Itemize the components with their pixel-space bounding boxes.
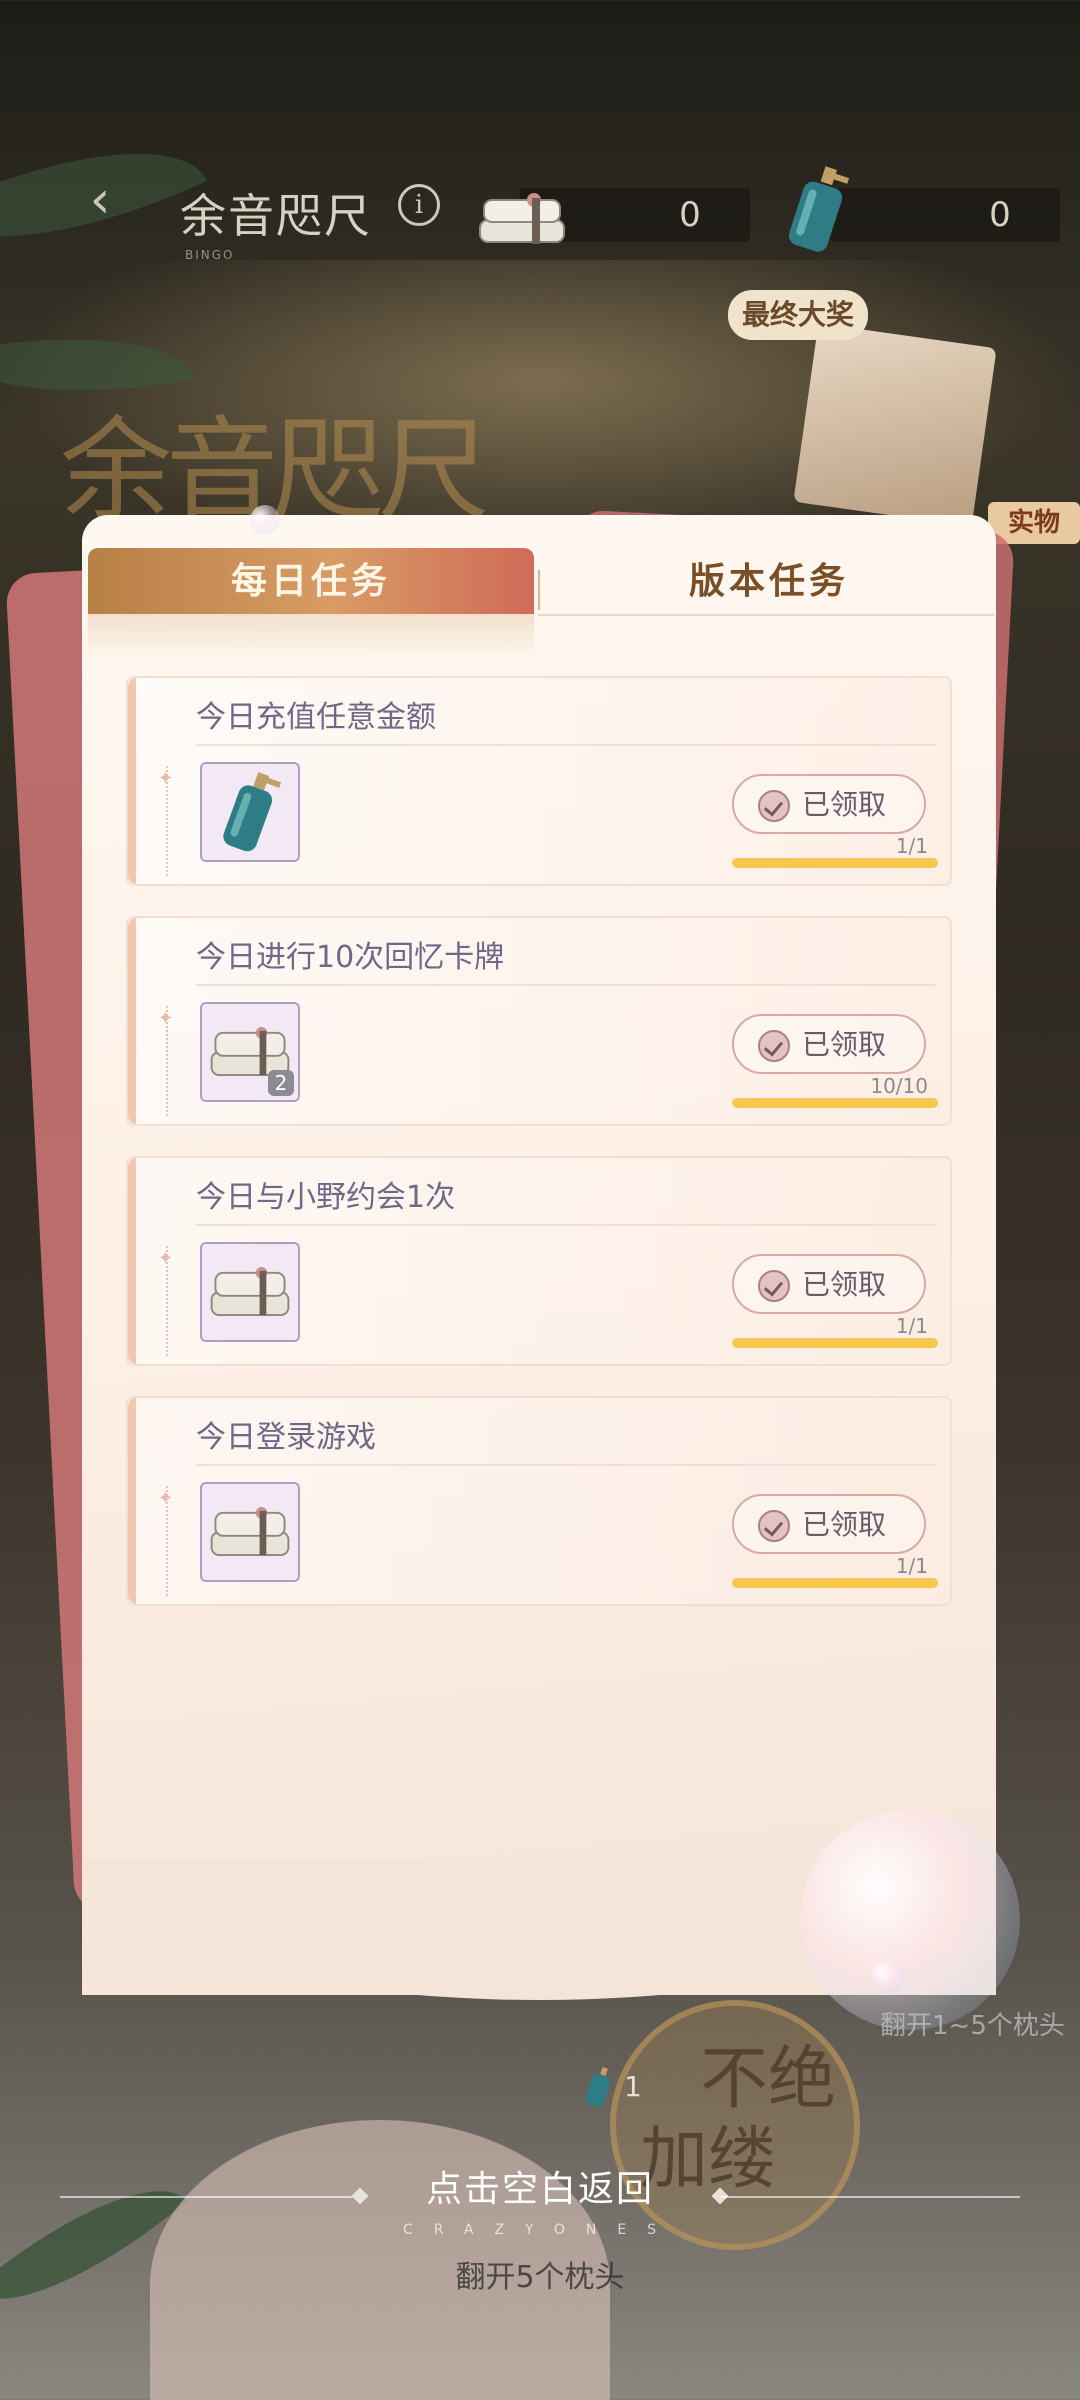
bottle-icon: [788, 166, 850, 252]
reward-item[interactable]: [200, 762, 300, 862]
page-title: 余音咫尺: [180, 189, 372, 243]
task-card: 今日进行10次回忆卡牌 ✦ 2 已领取 10/10: [126, 916, 952, 1126]
tab-daily-tasks[interactable]: 每日任务: [88, 548, 534, 614]
soap-bubble: [870, 1960, 904, 1994]
bottle-icon: [223, 772, 282, 852]
coin-text-line-1: 不绝: [700, 2040, 837, 2119]
progress-bar: [732, 1338, 938, 1348]
towel-count: 0: [679, 195, 701, 235]
task-card: 今日与小野约会1次 ✦ 已领取 1/1: [126, 1156, 952, 1366]
task-card: 今日登录游戏 ✦ 已领取 1/1: [126, 1396, 952, 1606]
tab-active-shadow: [88, 614, 534, 658]
progress-fill: [732, 1338, 938, 1348]
towel-icon: [210, 1267, 290, 1316]
check-icon: [758, 790, 790, 822]
progress-text: 1/1: [895, 1554, 928, 1578]
task-separator: [196, 984, 936, 986]
check-icon: [758, 1510, 790, 1542]
task-title: 今日进行10次回忆卡牌: [196, 940, 505, 975]
task-title: 今日登录游戏: [196, 1420, 376, 1455]
towel-icon: [210, 1507, 290, 1556]
progress-bar: [732, 1578, 938, 1588]
progress-bar: [732, 1098, 938, 1108]
soap-bubble: [250, 505, 280, 535]
tab-version-tasks[interactable]: 版本任务: [544, 548, 994, 614]
claim-label: 已领取: [802, 1268, 887, 1301]
task-separator: [196, 1464, 936, 1466]
dotted-line: [166, 766, 168, 876]
bottle-resource: 0: [830, 188, 1060, 242]
flip-5-hint: 翻开5个枕头: [455, 2260, 625, 2295]
task-card: 今日充值任意金额 ✦ 已领取 1/1: [126, 676, 952, 886]
claim-label: 已领取: [802, 788, 887, 821]
reward-item[interactable]: 2: [200, 1002, 300, 1102]
task-tabs: 每日任务 版本任务: [88, 548, 994, 658]
claim-label: 已领取: [802, 1028, 887, 1061]
check-icon: [758, 1030, 790, 1062]
event-banner: 余音咫尺: [40, 360, 600, 536]
reward-item[interactable]: [200, 1482, 300, 1582]
reward-item[interactable]: [200, 1242, 300, 1342]
task-title: 今日与小野约会1次: [196, 1180, 456, 1215]
soap-bubble: [800, 1810, 1020, 2030]
tab-underline: [538, 614, 994, 616]
dotted-line: [166, 1486, 168, 1596]
flip-1-5-hint: 翻开1~5个枕头: [880, 2011, 1065, 2041]
task-separator: [196, 1224, 936, 1226]
check-icon: [758, 1270, 790, 1302]
dotted-line: [166, 1246, 168, 1356]
info-icon[interactable]: i: [398, 184, 440, 226]
brand-text: CRAZYONES: [402, 2222, 678, 2238]
claim-label: 已领取: [802, 1508, 887, 1541]
reward-count: 2: [268, 1070, 294, 1096]
claimed-button[interactable]: 已领取: [732, 774, 926, 834]
progress-fill: [732, 858, 938, 868]
claimed-button[interactable]: 已领取: [732, 1014, 926, 1074]
task-separator: [196, 744, 936, 746]
progress-fill: [732, 1098, 938, 1108]
bottle-count: 0: [989, 195, 1011, 235]
dotted-line: [166, 1006, 168, 1116]
bottle-count-chip: 1: [584, 2066, 644, 2108]
divider-line: [720, 2196, 1020, 2198]
claimed-button[interactable]: 已领取: [732, 1254, 926, 1314]
tap-to-return[interactable]: 点击空白返回: [0, 2160, 1080, 2212]
task-title: 今日充值任意金额: [196, 700, 436, 735]
grand-prize-card[interactable]: [793, 323, 997, 527]
progress-bar: [732, 858, 938, 868]
bottle-count-value: 1: [624, 2070, 642, 2103]
claimed-button[interactable]: 已领取: [732, 1494, 926, 1554]
tab-divider: [538, 570, 540, 610]
towel-icon: [479, 193, 565, 244]
page-subtitle: BINGO: [185, 248, 235, 262]
progress-fill: [732, 1578, 938, 1588]
progress-text: 10/10: [870, 1074, 928, 1098]
back-arrow-icon[interactable]: ‹: [70, 170, 130, 230]
grand-prize-label: 最终大奖: [728, 290, 868, 340]
bottle-icon: [585, 2067, 611, 2107]
progress-text: 1/1: [895, 1314, 928, 1338]
top-bar: ‹ 余音咫尺 BINGO i 0 0: [0, 150, 1080, 262]
progress-text: 1/1: [895, 834, 928, 858]
